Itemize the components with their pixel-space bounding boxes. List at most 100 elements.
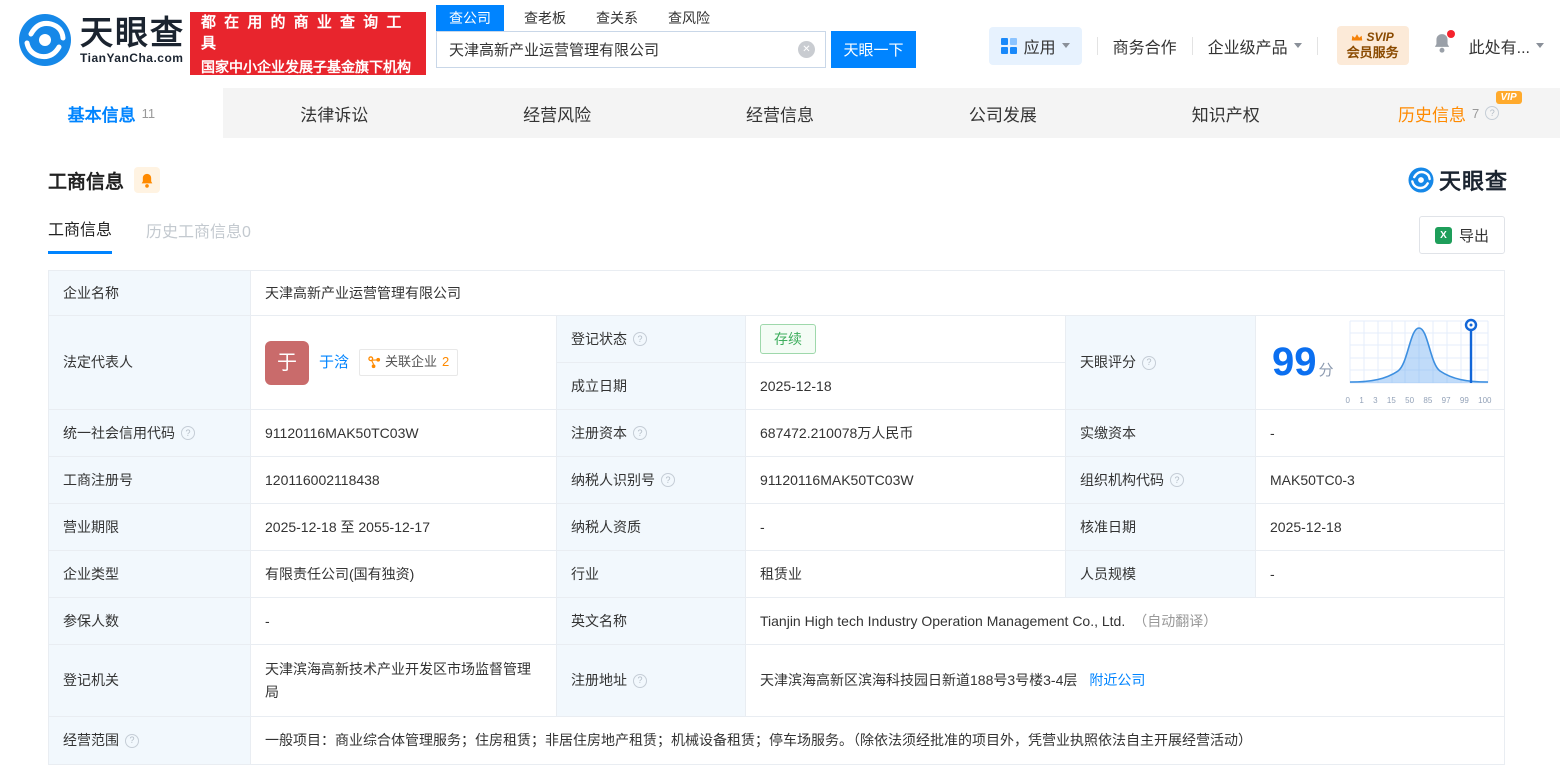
- tab-basic-info[interactable]: 基本信息 11: [0, 88, 223, 138]
- credit-code-value: 91120116MAK50TC03W: [251, 410, 557, 457]
- search-input-box: [436, 31, 826, 68]
- tab-history-info[interactable]: VIP 历史信息 7: [1337, 88, 1560, 138]
- score-value: 99: [1272, 340, 1317, 384]
- business-scope-label: 经营范围: [49, 717, 251, 765]
- help-icon[interactable]: [1142, 355, 1156, 370]
- subtab-history-business-info[interactable]: 历史工商信息0: [146, 218, 251, 253]
- credit-code-label: 统一社会信用代码: [49, 410, 251, 457]
- apps-grid-icon: [1000, 37, 1017, 54]
- legal-rep-label: 法定代表人: [49, 316, 251, 410]
- promo-line2: 国家中小企业发展子基金旗下机构: [201, 58, 411, 75]
- approval-date-label: 核准日期: [1066, 504, 1256, 551]
- org-code-label: 组织机构代码: [1066, 457, 1256, 504]
- taxpayer-id-label: 纳税人识别号: [557, 457, 746, 504]
- paid-capital-label: 实缴资本: [1066, 410, 1256, 457]
- search-tab-risk[interactable]: 查风险: [668, 8, 710, 31]
- tab-operating-risk[interactable]: 经营风险: [446, 88, 669, 138]
- score-cell[interactable]: 99 分 0 1 3 15 50 85 97 99 100: [1256, 316, 1505, 410]
- help-icon[interactable]: [633, 673, 647, 688]
- score-label: 天眼评分: [1066, 316, 1256, 410]
- staff-size-value: -: [1256, 551, 1505, 598]
- english-name-label: 英文名称: [557, 598, 746, 645]
- vip-badge: VIP: [1495, 91, 1522, 104]
- relation-graph-icon: [368, 356, 381, 369]
- clear-search-icon[interactable]: [798, 41, 815, 58]
- logo-brand-text: 天眼查: [80, 13, 185, 51]
- est-date-label: 成立日期: [557, 363, 746, 410]
- tab-operating-info[interactable]: 经营信息: [669, 88, 892, 138]
- org-code-value: MAK50TC0-3: [1256, 457, 1505, 504]
- business-scope-value: 一般项目：商业综合体管理服务；住房租赁；非居住房地产租赁；机械设备租赁；停车场服…: [251, 717, 1505, 765]
- monitor-bell-icon[interactable]: [134, 167, 161, 193]
- watermark-text: 天眼查: [1438, 169, 1508, 194]
- nav-enterprise-products[interactable]: 企业级产品: [1208, 34, 1302, 58]
- company-name-label: 企业名称: [49, 271, 251, 316]
- tab-label: 历史信息: [1397, 105, 1466, 125]
- search-tab-company[interactable]: 查公司: [436, 5, 504, 31]
- user-account-label: 此处有...: [1468, 39, 1530, 57]
- enterprise-label: 企业级产品: [1207, 39, 1288, 57]
- biz-term-value: 2025-12-18 至 2055-12-17: [251, 504, 557, 551]
- help-icon[interactable]: [661, 473, 675, 487]
- reg-status-label: 登记状态: [557, 316, 746, 363]
- help-icon[interactable]: [633, 426, 647, 440]
- tab-intellectual-property[interactable]: 知识产权: [1114, 88, 1337, 138]
- tab-count: 7: [1471, 105, 1480, 121]
- subtab-label: 历史工商信息: [146, 223, 243, 241]
- staff-size-label: 人员规模: [1066, 551, 1256, 598]
- company-type-label: 企业类型: [49, 551, 251, 598]
- search-tab-boss[interactable]: 查老板: [524, 8, 566, 31]
- company-name-value: 天津高新产业运营管理有限公司: [251, 271, 1505, 316]
- help-icon[interactable]: [125, 733, 139, 748]
- notification-bell-icon[interactable]: [1433, 30, 1455, 58]
- tab-count: 11: [141, 105, 156, 121]
- nav-business-cooperation[interactable]: 商务合作: [1113, 34, 1177, 58]
- help-icon[interactable]: [633, 332, 647, 346]
- promo-banner[interactable]: 都 在 用 的 商 业 查 询 工 具 国家中小企业发展子基金旗下机构: [190, 12, 426, 75]
- divider: [1191, 36, 1193, 55]
- apps-dropdown[interactable]: 应用: [988, 26, 1082, 65]
- industry-value: 租赁业: [746, 551, 1066, 598]
- help-icon[interactable]: [1170, 473, 1184, 487]
- chevron-down-icon: [1293, 43, 1302, 49]
- reg-capital-value: 687472.210078万人民币: [746, 410, 1066, 457]
- divider: [1096, 36, 1098, 55]
- search-tab-relation[interactable]: 查关系: [596, 8, 638, 31]
- reg-status-value: 存续: [746, 316, 1066, 363]
- approval-date-value: 2025-12-18: [1256, 504, 1505, 551]
- subtab-count: 0: [242, 223, 251, 241]
- reg-address-label: 注册地址: [557, 645, 746, 717]
- tab-label: 经营风险: [523, 105, 592, 125]
- search-input[interactable]: [437, 32, 825, 67]
- help-icon[interactable]: [1485, 106, 1500, 120]
- notification-red-dot: [1446, 30, 1455, 39]
- search-area: 查公司 查老板 查关系 查风险 天眼一下: [436, 5, 916, 68]
- section-header: 工商信息 天眼查: [48, 164, 1508, 196]
- subtab-business-info[interactable]: 工商信息: [48, 216, 113, 254]
- related-badge-count: 2: [442, 354, 450, 370]
- svip-sub-label: 会员服务: [1346, 45, 1399, 60]
- tianyancha-swirl-icon: [1408, 167, 1434, 193]
- search-button[interactable]: 天眼一下: [831, 31, 916, 68]
- user-account-menu[interactable]: 此处有...: [1469, 34, 1544, 58]
- legal-rep-name-link[interactable]: 于浛: [319, 351, 349, 375]
- legal-rep-cell: 于 于浛 关联企业 2: [251, 316, 557, 410]
- nearby-companies-link[interactable]: 附近公司: [1089, 669, 1145, 691]
- help-icon[interactable]: [181, 426, 195, 440]
- related-companies-badge[interactable]: 关联企业 2: [359, 349, 459, 376]
- export-button[interactable]: 导出: [1418, 216, 1505, 254]
- logo-domain-text: TianYanCha.com: [80, 50, 184, 65]
- score-axis-labels: 0 1 3 15 50 85 97 99 100: [1345, 395, 1492, 405]
- tianyancha-logo[interactable]: 天眼查 TianYanCha.com: [18, 13, 185, 67]
- legal-rep-avatar[interactable]: 于: [265, 340, 309, 385]
- paid-capital-value: -: [1256, 410, 1505, 457]
- tab-company-development[interactable]: 公司发展: [891, 88, 1114, 138]
- subtab-row: 工商信息 历史工商信息0 导出: [48, 216, 1505, 254]
- main-tabbar: 基本信息 11 法律诉讼 经营风险 经营信息 公司发展 知识产权 VIP 历史信…: [0, 88, 1560, 138]
- tab-legal-proceedings[interactable]: 法律诉讼: [223, 88, 446, 138]
- tab-label: 知识产权: [1191, 105, 1260, 125]
- industry-label: 行业: [557, 551, 746, 598]
- svip-member-button[interactable]: SVIP 会员服务: [1336, 26, 1409, 66]
- status-badge: 存续: [760, 323, 816, 355]
- section-title: 工商信息: [48, 171, 125, 193]
